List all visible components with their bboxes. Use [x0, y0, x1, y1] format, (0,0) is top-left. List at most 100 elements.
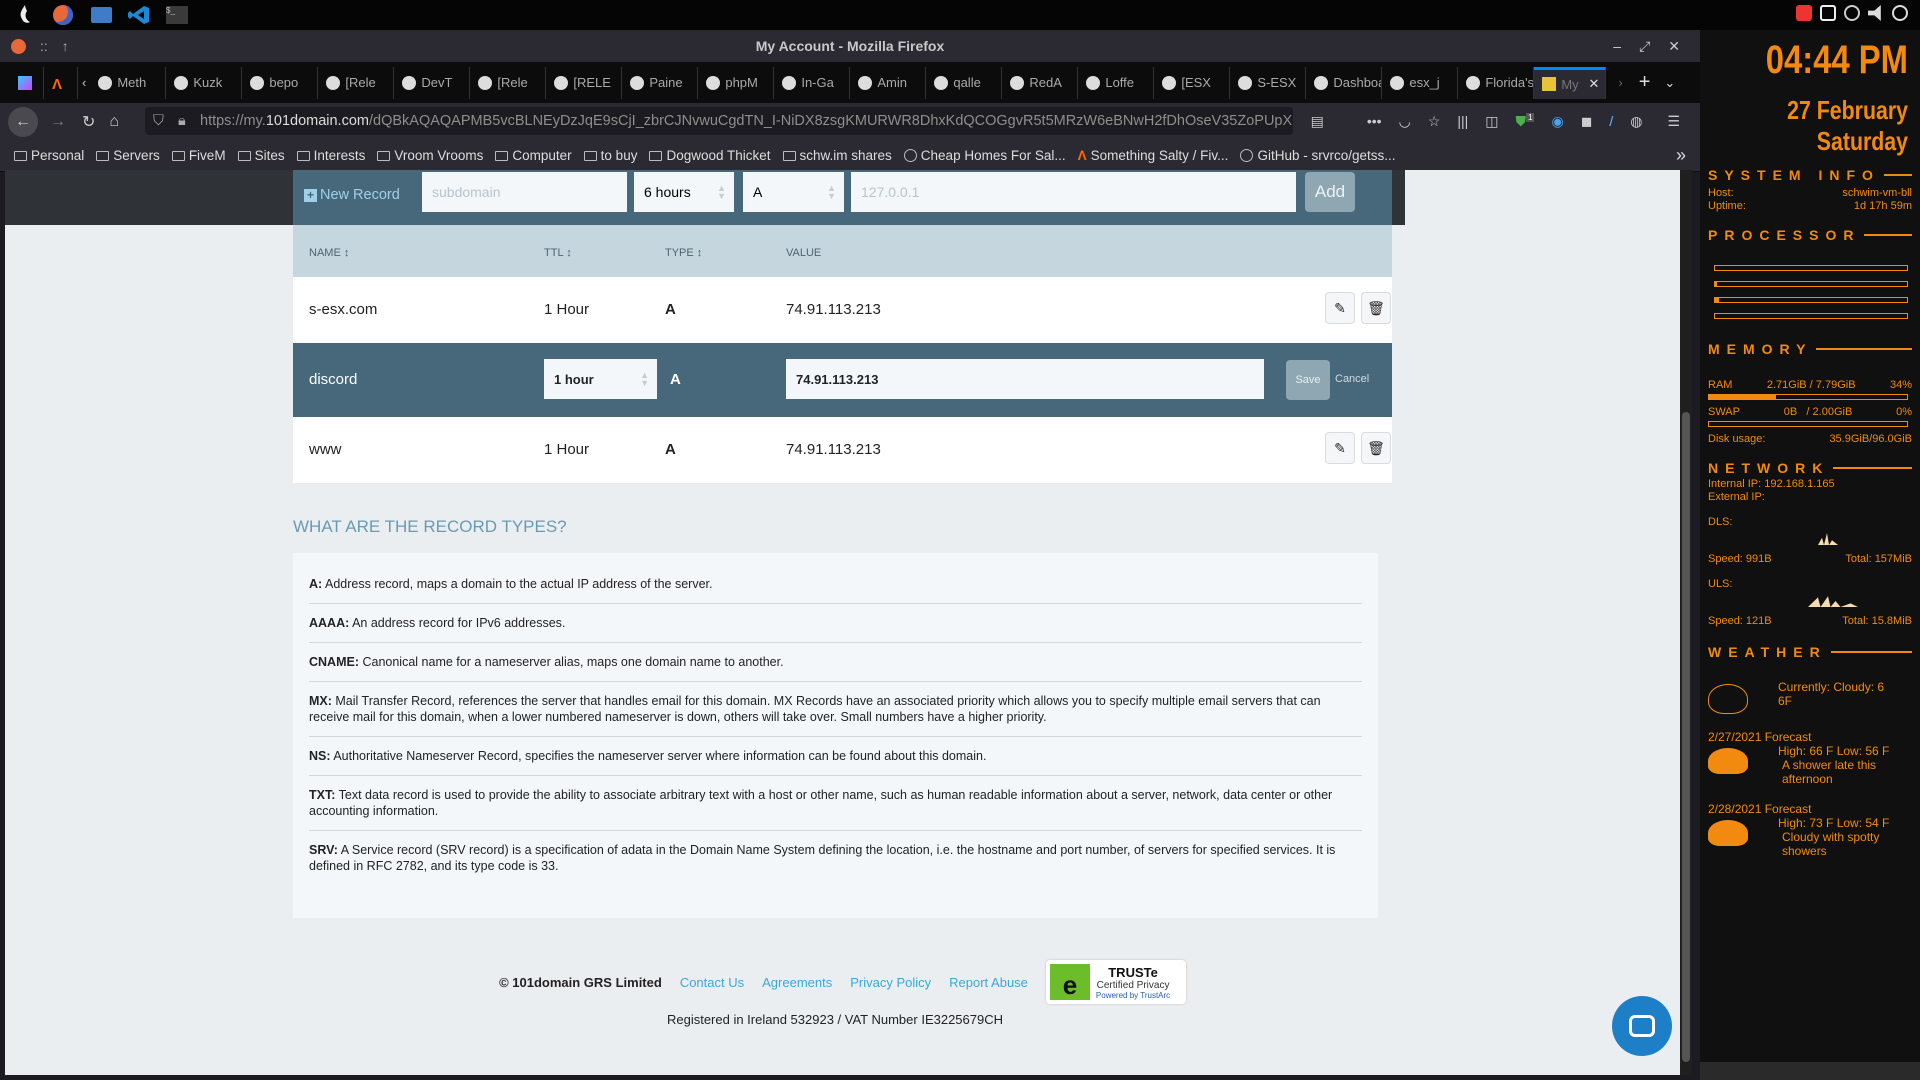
- value-edit-input[interactable]: 74.91.113.213: [786, 359, 1264, 399]
- folder-icon: [782, 150, 796, 161]
- gmail-icon[interactable]: [1796, 5, 1812, 21]
- scroll-tabs-right[interactable]: ›: [1618, 75, 1622, 90]
- list-tabs-chevron-icon[interactable]: ⌄: [1664, 75, 1675, 91]
- minimize-button[interactable]: –: [1613, 38, 1621, 55]
- cpu-bars: [1700, 265, 1920, 319]
- extension-icon[interactable]: ◉: [1551, 113, 1563, 130]
- file-manager-icon[interactable]: [88, 3, 114, 27]
- tab[interactable]: Amin: [850, 66, 927, 99]
- tab[interactable]: Dashboa: [1306, 66, 1383, 99]
- tab[interactable]: phpM: [698, 66, 775, 99]
- bookmarks-toolbar: Personal Servers FiveM Sites Interests Vroom …: [0, 140, 1700, 172]
- delete-button[interactable]: 🗑︎: [1361, 292, 1391, 324]
- bookmark-folder[interactable]: FiveM: [171, 148, 226, 163]
- save-button[interactable]: Save: [1286, 360, 1330, 400]
- delete-button[interactable]: 🗑︎: [1361, 432, 1391, 464]
- vscode-icon[interactable]: [126, 3, 152, 27]
- edit-button[interactable]: ✎: [1325, 292, 1355, 324]
- close-tab-icon[interactable]: ✕: [1588, 76, 1599, 92]
- pinned-tab[interactable]: [10, 66, 44, 99]
- maximize-button[interactable]: ⤢: [1639, 38, 1650, 55]
- bookmark-folder[interactable]: Computer: [495, 148, 572, 163]
- privacy-policy-link[interactable]: Privacy Policy: [850, 975, 931, 990]
- reload-button[interactable]: ↻: [82, 112, 95, 132]
- bookmark-folder[interactable]: schw.im shares: [782, 148, 892, 163]
- bookmark-folder[interactable]: Interests: [296, 148, 365, 163]
- type-select[interactable]: A ▲ ▼: [743, 172, 844, 212]
- tab[interactable]: Loffe: [1078, 66, 1155, 99]
- menu-icon[interactable]: ☰: [1667, 113, 1680, 130]
- page-actions-icon[interactable]: •••: [1367, 113, 1382, 130]
- pen-extension-icon[interactable]: /: [1609, 113, 1613, 130]
- bookmark-folder[interactable]: Dogwood Thicket: [649, 148, 771, 163]
- bookmark-globe[interactable]: Cheap Homes For Sal...: [903, 148, 1066, 163]
- library-icon[interactable]: |||: [1457, 113, 1468, 130]
- more-bookmarks-icon[interactable]: »: [1676, 145, 1686, 166]
- report-abuse-link[interactable]: Report Abuse: [949, 975, 1028, 990]
- tab[interactable]: Florida's: [1458, 66, 1535, 99]
- bookmark-folder[interactable]: Vroom Vrooms: [377, 148, 483, 163]
- url-bar[interactable]: ⛉ 🔒︎ https://my. 101domain.com/dQBkAQAQAP…: [145, 107, 1293, 135]
- tracking-shield-icon[interactable]: ⛉: [153, 113, 164, 129]
- subdomain-input[interactable]: subdomain: [422, 172, 627, 212]
- tab[interactable]: [Rele: [318, 66, 395, 99]
- tab[interactable]: qalle: [926, 66, 1003, 99]
- scrollbar-thumb[interactable]: [1682, 412, 1690, 1062]
- tab[interactable]: bepo: [242, 66, 319, 99]
- home-button[interactable]: ⌂: [109, 113, 119, 131]
- bookmark-star-icon[interactable]: ☆: [1428, 113, 1441, 130]
- reader-view-icon[interactable]: ▤: [1311, 113, 1324, 130]
- add-button[interactable]: Add: [1305, 172, 1355, 212]
- cancel-button[interactable]: Cancel: [1335, 373, 1369, 385]
- column-ttl[interactable]: TTL ↕: [544, 247, 572, 259]
- sidebar-icon[interactable]: ◫: [1485, 113, 1498, 130]
- flame-launcher-icon[interactable]: [12, 3, 38, 27]
- back-button[interactable]: ←: [8, 106, 38, 137]
- tab[interactable]: Meth: [90, 66, 167, 99]
- forward-button[interactable]: →: [50, 113, 66, 131]
- column-name[interactable]: NAME ↕: [309, 247, 349, 259]
- bookmark-folder[interactable]: Personal: [14, 148, 84, 163]
- footer-links: © 101domain GRS Limited Contact Us Agree…: [5, 960, 1680, 1004]
- tab[interactable]: RedA: [1002, 66, 1079, 99]
- title-bar: :: ↑ My Account - Mozilla Firefox – ⤢ ✕: [0, 30, 1700, 62]
- power-icon[interactable]: [1892, 5, 1908, 21]
- tab[interactable]: S-ESX: [1230, 66, 1307, 99]
- extension-box-icon[interactable]: ◼: [1581, 113, 1593, 130]
- column-type[interactable]: TYPE ↕: [665, 247, 702, 259]
- account-icon[interactable]: ◍: [1630, 113, 1642, 130]
- close-window-button[interactable]: ✕: [1668, 38, 1680, 55]
- bookmark-globe[interactable]: GitHub - srvrco/getss...: [1240, 148, 1395, 163]
- tab-active[interactable]: My ✕: [1534, 66, 1607, 99]
- bookmark-folder[interactable]: Servers: [96, 148, 160, 163]
- attachment-icon[interactable]: [1844, 5, 1860, 21]
- volume-icon[interactable]: [1868, 5, 1881, 21]
- agreements-link[interactable]: Agreements: [762, 975, 832, 990]
- ttl-edit-select[interactable]: 1 hour ▲ ▼: [544, 359, 657, 399]
- tab[interactable]: [ESX: [1154, 66, 1231, 99]
- tab[interactable]: In-Ga: [774, 66, 851, 99]
- tab[interactable]: esx_j: [1382, 66, 1459, 99]
- bookmark-folder[interactable]: to buy: [583, 148, 637, 163]
- new-tab-button[interactable]: +: [1639, 71, 1651, 94]
- edit-button[interactable]: ✎: [1325, 432, 1355, 464]
- tab[interactable]: DevT: [394, 66, 471, 99]
- shield-extension-icon[interactable]: ⛊ 1: [1516, 113, 1535, 130]
- firefox-icon[interactable]: [50, 3, 76, 27]
- terminal-icon[interactable]: $_: [164, 3, 190, 27]
- tab[interactable]: [RELE: [546, 66, 623, 99]
- pocket-icon[interactable]: ◡: [1399, 113, 1411, 130]
- ttl-select[interactable]: 6 hours ▲ ▼: [634, 172, 734, 212]
- bookmark-folder[interactable]: Sites: [237, 148, 285, 163]
- tab[interactable]: Kuzk: [166, 66, 243, 99]
- truste-badge[interactable]: e TRUSTe Certified Privacy Powered by Tr…: [1045, 960, 1186, 1004]
- bookmark-fivem[interactable]: Λ Something Salty / Fiv...: [1078, 148, 1229, 163]
- scroll-tabs-left[interactable]: ‹: [78, 75, 90, 90]
- window-icon[interactable]: [1820, 5, 1836, 21]
- tab[interactable]: Paine: [622, 66, 699, 99]
- chat-button[interactable]: [1612, 996, 1672, 1056]
- tab[interactable]: [Rele: [470, 66, 547, 99]
- value-input[interactable]: 127.0.0.1: [851, 172, 1296, 212]
- contact-us-link[interactable]: Contact Us: [680, 975, 744, 990]
- pinned-tab-fivem[interactable]: Λ: [44, 66, 78, 99]
